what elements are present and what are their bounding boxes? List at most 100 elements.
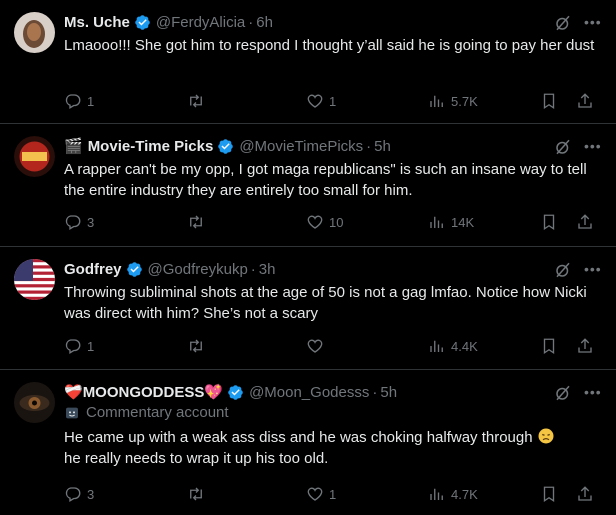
display-name[interactable]: Godfrey bbox=[64, 261, 122, 278]
tweet[interactable]: Godfrey @Godfreykukp · 3h ••• Throwing s… bbox=[0, 247, 616, 370]
verified-badge-icon bbox=[126, 261, 143, 278]
like-button[interactable]: 1 bbox=[306, 485, 336, 503]
separator-dot: · bbox=[372, 383, 378, 401]
grok-icon[interactable] bbox=[554, 138, 572, 156]
retweet-button[interactable] bbox=[187, 337, 210, 355]
tweet[interactable]: ❤️‍🩹 MOONGODDESS 💖 @Moon_Godesss · 5h ••… bbox=[0, 370, 616, 515]
separator-dot: · bbox=[248, 13, 254, 31]
view-count: 4.7K bbox=[451, 486, 478, 502]
more-options-icon[interactable]: ••• bbox=[584, 136, 602, 156]
grok-icon[interactable] bbox=[554, 384, 572, 402]
views-button[interactable]: 14K bbox=[428, 213, 474, 231]
reply-icon bbox=[64, 213, 82, 231]
share-button[interactable] bbox=[576, 337, 594, 355]
reply-button[interactable]: 1 bbox=[64, 337, 94, 355]
tweet-actions: 3 1 4.7K bbox=[64, 485, 602, 505]
tweet-text: Throwing subliminal shots at the age of … bbox=[64, 284, 587, 322]
retweet-button[interactable] bbox=[187, 92, 210, 110]
views-button[interactable]: 5.7K bbox=[428, 92, 478, 110]
name-emoji: 🎬 bbox=[64, 138, 83, 155]
retweet-button[interactable] bbox=[187, 485, 210, 503]
tweet-actions: 1 4.4K bbox=[64, 337, 602, 357]
share-button[interactable] bbox=[576, 485, 594, 503]
more-options-icon[interactable]: ••• bbox=[584, 382, 602, 402]
views-icon bbox=[428, 485, 446, 503]
share-button[interactable] bbox=[576, 213, 594, 231]
tweet-header: Godfrey @Godfreykukp · 3h bbox=[64, 259, 602, 279]
like-icon bbox=[306, 337, 324, 355]
tweet-text-line2: he really needs to wrap it up his too ol… bbox=[64, 450, 329, 467]
more-options-icon[interactable]: ••• bbox=[584, 12, 602, 32]
tweet-text: He came up with a weak ass diss and he w… bbox=[64, 427, 602, 469]
display-name[interactable]: Movie-Time Picks bbox=[88, 138, 214, 155]
name-emoji: ❤️‍🩹 bbox=[64, 384, 83, 401]
avatar[interactable] bbox=[14, 136, 55, 177]
view-count: 14K bbox=[451, 214, 475, 230]
avatar[interactable] bbox=[14, 12, 55, 53]
bookmark-button[interactable] bbox=[540, 337, 558, 355]
handle[interactable]: @Godfreykukp bbox=[148, 261, 248, 278]
views-button[interactable]: 4.7K bbox=[428, 485, 478, 503]
retweet-button[interactable] bbox=[187, 213, 210, 231]
reply-button[interactable]: 1 bbox=[64, 92, 94, 110]
bookmark-icon bbox=[540, 92, 558, 110]
like-count: 10 bbox=[329, 214, 344, 230]
name-emoji-trailing: 💖 bbox=[204, 384, 224, 401]
handle[interactable]: @MovieTimePicks bbox=[239, 138, 363, 155]
tweet-text-line1: He came up with a weak ass diss and he w… bbox=[64, 429, 533, 446]
handle[interactable]: @Moon_Godesss bbox=[249, 384, 369, 401]
tweet-header: 🎬 Movie-Time Picks @MovieTimePicks · 5h bbox=[64, 136, 602, 156]
timestamp[interactable]: 3h bbox=[259, 261, 276, 278]
bookmark-button[interactable] bbox=[540, 92, 558, 110]
like-icon bbox=[306, 213, 324, 231]
share-button[interactable] bbox=[576, 92, 594, 110]
separator-dot: · bbox=[250, 260, 256, 278]
reply-icon bbox=[64, 337, 82, 355]
grok-icon[interactable] bbox=[554, 261, 572, 279]
timestamp[interactable]: 5h bbox=[374, 138, 391, 155]
tweet-actions: 3 10 14K bbox=[64, 213, 602, 233]
bookmark-icon bbox=[540, 337, 558, 355]
retweet-icon bbox=[187, 92, 205, 110]
view-count: 5.7K bbox=[451, 93, 478, 109]
account-label: Commentary account bbox=[64, 404, 602, 421]
like-button[interactable] bbox=[306, 337, 329, 355]
reply-button[interactable]: 3 bbox=[64, 213, 94, 231]
avatar[interactable] bbox=[14, 382, 55, 423]
more-options-icon[interactable]: ••• bbox=[584, 259, 602, 279]
retweet-icon bbox=[187, 337, 205, 355]
reply-icon bbox=[64, 92, 82, 110]
like-button[interactable]: 10 bbox=[306, 213, 343, 231]
views-button[interactable]: 4.4K bbox=[428, 337, 478, 355]
tweet[interactable]: Ms. Uche @FerdyAlicia · 6h ••• Lmaooo!!!… bbox=[0, 0, 616, 124]
tweet[interactable]: 🎬 Movie-Time Picks @MovieTimePicks · 5h … bbox=[0, 124, 616, 247]
views-icon bbox=[428, 92, 446, 110]
like-count: 1 bbox=[329, 93, 337, 109]
bookmark-icon bbox=[540, 485, 558, 503]
bookmark-button[interactable] bbox=[540, 213, 558, 231]
grok-icon[interactable] bbox=[554, 14, 572, 32]
verified-badge-icon bbox=[227, 384, 244, 401]
tweet-header: Ms. Uche @FerdyAlicia · 6h bbox=[64, 12, 602, 32]
share-icon bbox=[576, 337, 594, 355]
like-count: 1 bbox=[329, 486, 337, 502]
retweet-icon bbox=[187, 213, 205, 231]
display-name[interactable]: MOONGODDESS bbox=[83, 384, 205, 401]
tweet-text: Lmaooo!!! She got him to respond I thoug… bbox=[64, 37, 595, 54]
reply-count: 3 bbox=[87, 486, 95, 502]
bookmark-button[interactable] bbox=[540, 485, 558, 503]
account-label-text: Commentary account bbox=[86, 404, 229, 421]
timestamp[interactable]: 5h bbox=[380, 384, 397, 401]
reply-button[interactable]: 3 bbox=[64, 485, 94, 503]
share-icon bbox=[576, 92, 594, 110]
display-name[interactable]: Ms. Uche bbox=[64, 14, 130, 31]
like-button[interactable]: 1 bbox=[306, 92, 336, 110]
tired-face-emoji-icon bbox=[538, 428, 554, 444]
timestamp[interactable]: 6h bbox=[256, 14, 273, 31]
like-icon bbox=[306, 92, 324, 110]
handle[interactable]: @FerdyAlicia bbox=[156, 14, 245, 31]
avatar[interactable] bbox=[14, 259, 55, 300]
retweet-icon bbox=[187, 485, 205, 503]
views-icon bbox=[428, 337, 446, 355]
tweet-header: ❤️‍🩹 MOONGODDESS 💖 @Moon_Godesss · 5h bbox=[64, 382, 602, 402]
